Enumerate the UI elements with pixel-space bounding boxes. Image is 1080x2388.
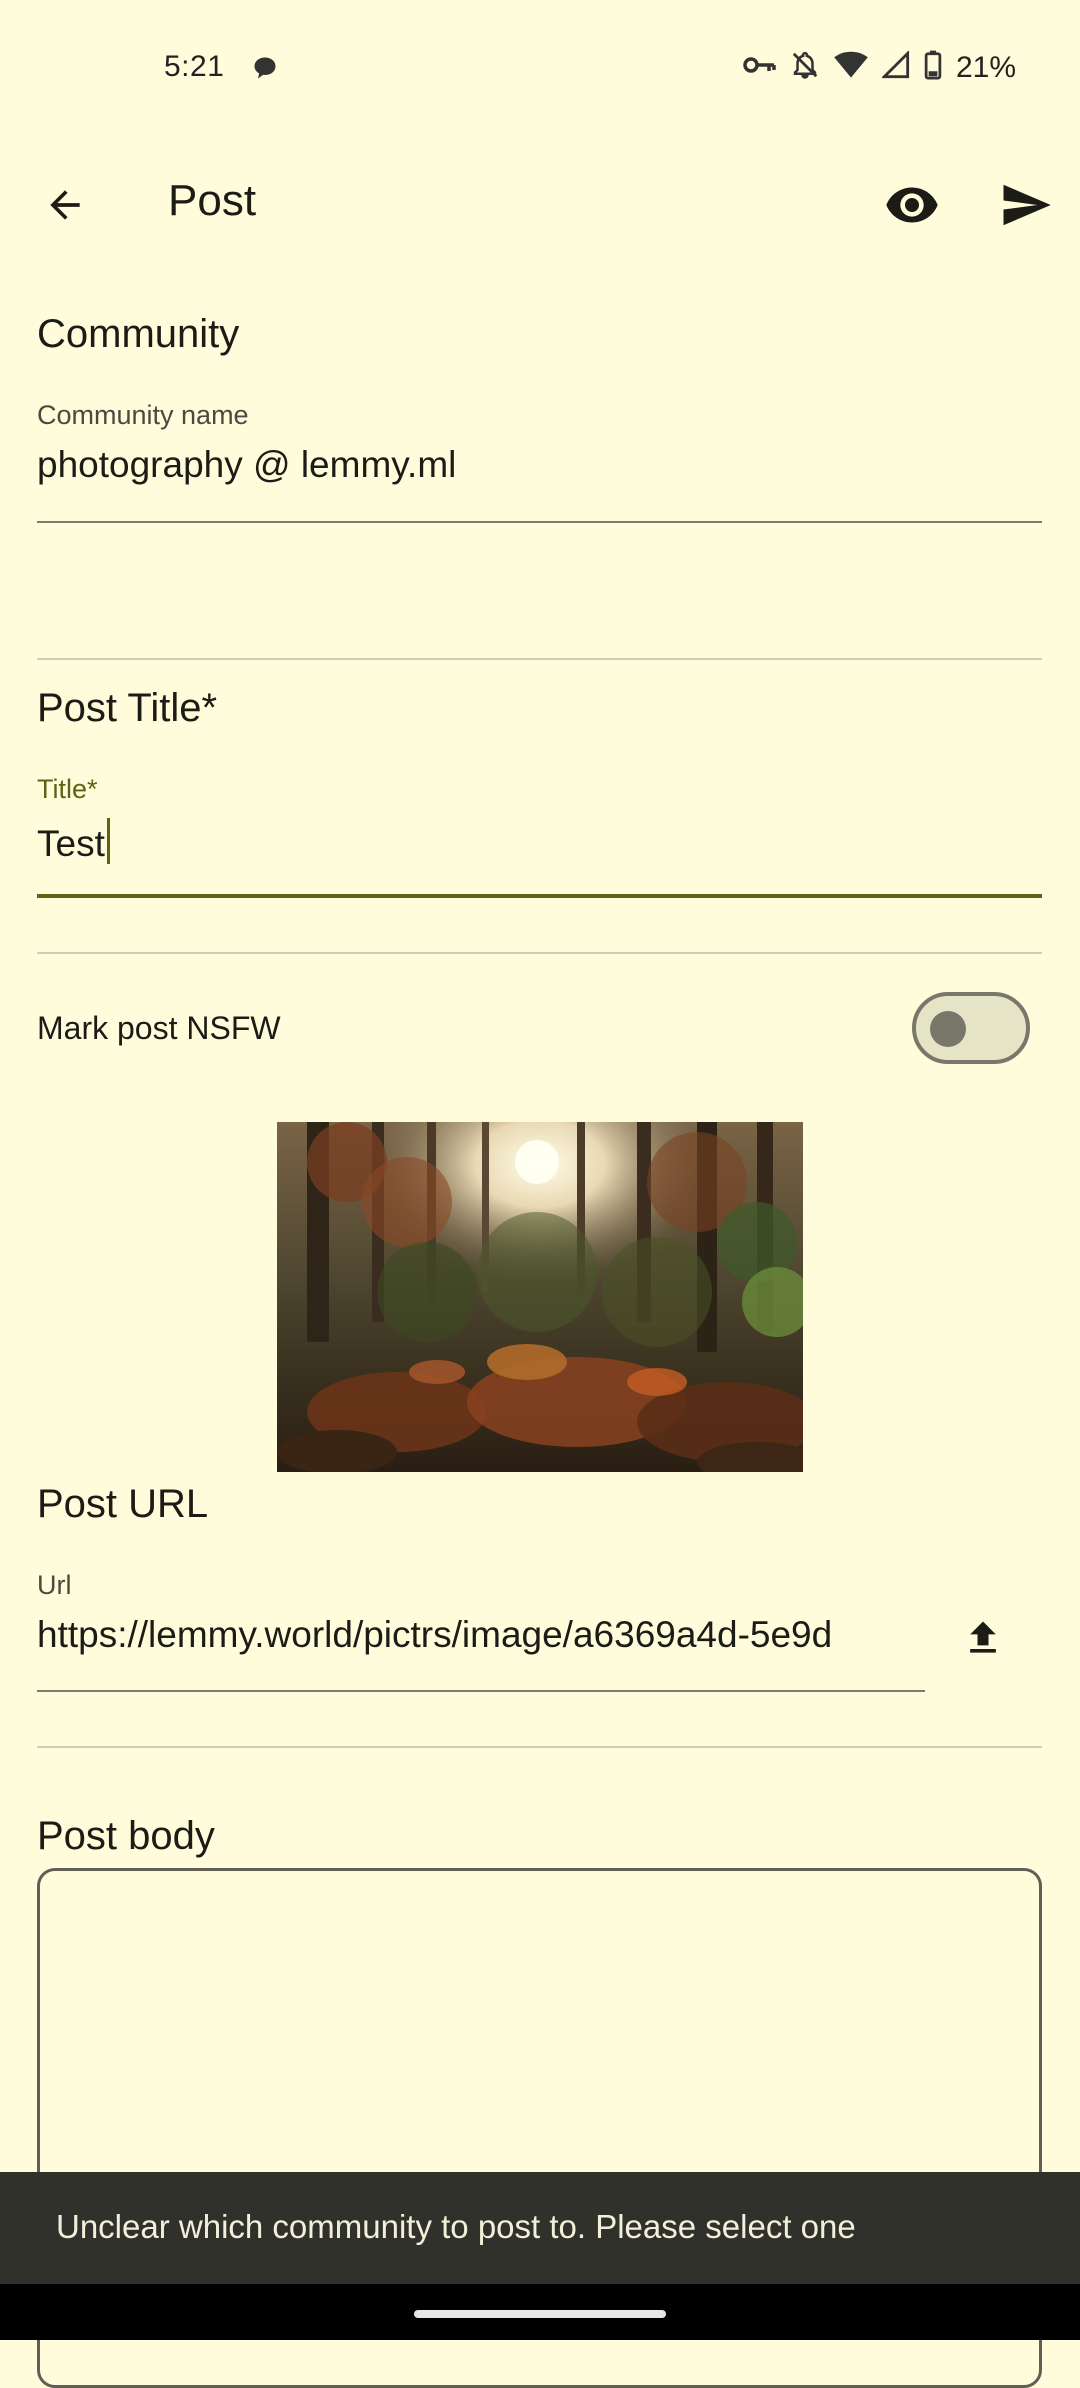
status-icons: 21%	[742, 49, 1016, 85]
section-divider	[37, 952, 1042, 954]
url-label: Url	[37, 1570, 72, 1600]
eye-icon	[886, 187, 938, 223]
page-title: Post	[168, 176, 257, 225]
community-name-field[interactable]: photography @ lemmy.ml	[37, 444, 1037, 486]
url-input[interactable]: https://lemmy.world/pictrs/image/a6369a4…	[37, 1614, 930, 1656]
section-divider	[37, 1746, 1042, 1748]
community-name-underline	[37, 521, 1042, 523]
toggle-knob	[930, 1011, 966, 1047]
vpn-key-icon	[742, 54, 776, 81]
nsfw-toggle[interactable]	[912, 992, 1030, 1064]
bell-off-icon	[790, 50, 820, 85]
post-image-preview[interactable]	[277, 1122, 803, 1472]
home-gesture-handle[interactable]	[414, 2310, 666, 2318]
preview-button[interactable]	[876, 170, 948, 240]
battery-percent: 21%	[955, 50, 1016, 84]
community-section-title: Community	[37, 312, 240, 356]
app-bar: Post	[0, 140, 1080, 264]
title-input-value: Test	[37, 823, 105, 864]
signal-icon	[880, 49, 910, 84]
wifi-icon	[834, 51, 868, 84]
send-icon	[1003, 184, 1051, 226]
system-nav-bar	[0, 2284, 1080, 2340]
status-time: 5:21	[164, 50, 225, 83]
battery-icon	[924, 50, 942, 85]
back-button[interactable]	[30, 170, 100, 240]
snackbar: Unclear which community to post to. Plea…	[0, 2172, 1080, 2284]
arrow-back-icon	[50, 190, 80, 220]
post-title-section-title: Post Title*	[37, 686, 218, 730]
title-input[interactable]: Test	[37, 818, 1037, 865]
url-input-underline	[37, 1690, 925, 1692]
title-input-underline	[37, 894, 1042, 898]
title-label: Title*	[37, 774, 98, 804]
community-name-label: Community name	[37, 400, 249, 430]
nsfw-label: Mark post NSFW	[37, 1010, 281, 1046]
section-divider	[37, 658, 1042, 660]
message-bubble-icon	[250, 54, 280, 87]
snackbar-message: Unclear which community to post to. Plea…	[56, 2208, 856, 2245]
upload-image-button[interactable]	[955, 1610, 1011, 1666]
text-caret	[106, 818, 110, 864]
post-body-section-title: Post body	[37, 1814, 215, 1858]
send-button[interactable]	[990, 170, 1062, 240]
status-bar: 5:21 21%	[0, 0, 1080, 140]
upload-icon	[970, 1621, 996, 1653]
post-url-section-title: Post URL	[37, 1482, 209, 1526]
